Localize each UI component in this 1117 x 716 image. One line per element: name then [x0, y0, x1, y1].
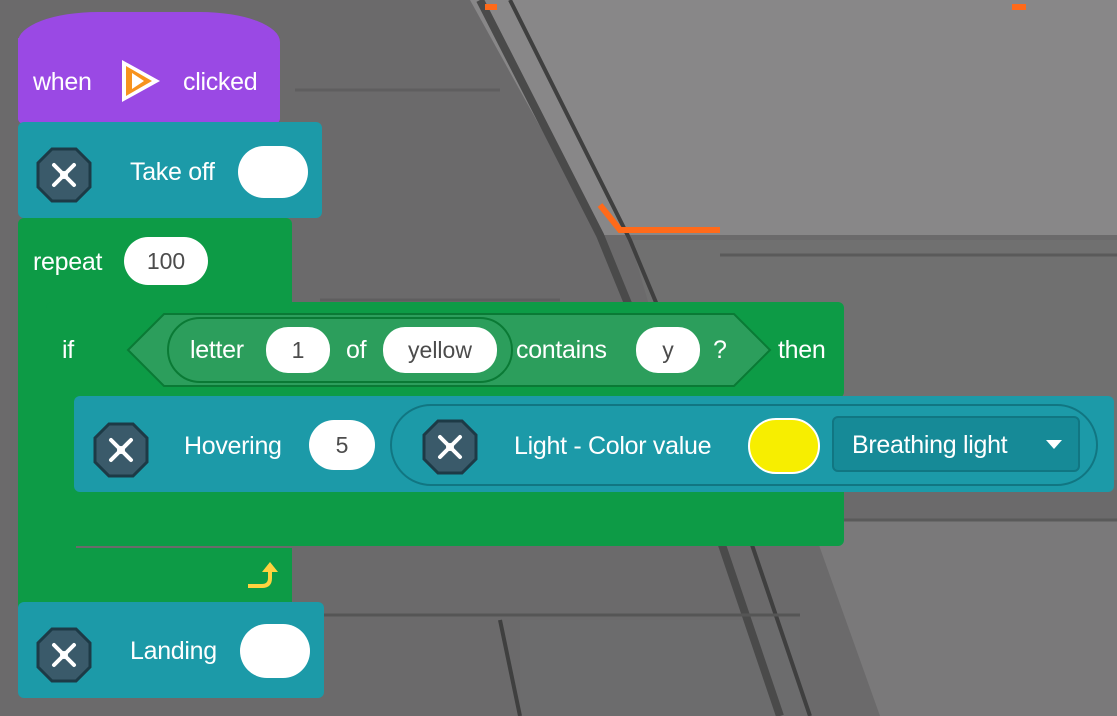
play-flag-icon[interactable] — [116, 56, 164, 106]
clicked-label: clicked — [183, 68, 258, 96]
landing-label: Landing — [130, 637, 217, 665]
drone-icon — [36, 627, 92, 683]
color-swatch[interactable] — [748, 418, 820, 474]
word-input[interactable]: yellow — [383, 327, 497, 373]
chevron-down-icon — [1046, 440, 1062, 449]
take-off-label: Take off — [130, 158, 215, 186]
light-color-label: Light - Color value — [514, 432, 712, 460]
repeat-label: repeat — [33, 248, 103, 276]
when-label: when — [33, 68, 92, 96]
take-off-input[interactable] — [238, 146, 308, 198]
landing-input[interactable] — [240, 624, 310, 678]
light-mode-dropdown[interactable]: Breathing light — [832, 416, 1080, 472]
code-canvas[interactable]: when clicked Take off repeat 100 if then… — [0, 0, 1117, 716]
drone-icon — [422, 419, 478, 475]
question-mark: ? — [713, 336, 727, 364]
then-label: then — [778, 336, 826, 364]
loop-arrow-icon — [248, 562, 278, 588]
drone-icon — [36, 147, 92, 203]
contains-label: contains — [516, 336, 607, 364]
hovering-duration-input[interactable]: 5 — [309, 420, 375, 470]
search-letter-input[interactable]: y — [636, 327, 700, 373]
drone-icon — [93, 422, 149, 478]
light-mode-value: Breathing light — [852, 431, 1008, 459]
if-block-footer — [46, 490, 844, 546]
of-label: of — [346, 336, 367, 364]
if-label: if — [62, 336, 74, 364]
hovering-label: Hovering — [184, 432, 282, 460]
repeat-count-input[interactable]: 100 — [124, 237, 208, 285]
letter-label: letter — [190, 336, 244, 364]
letter-index-input[interactable]: 1 — [266, 327, 330, 373]
